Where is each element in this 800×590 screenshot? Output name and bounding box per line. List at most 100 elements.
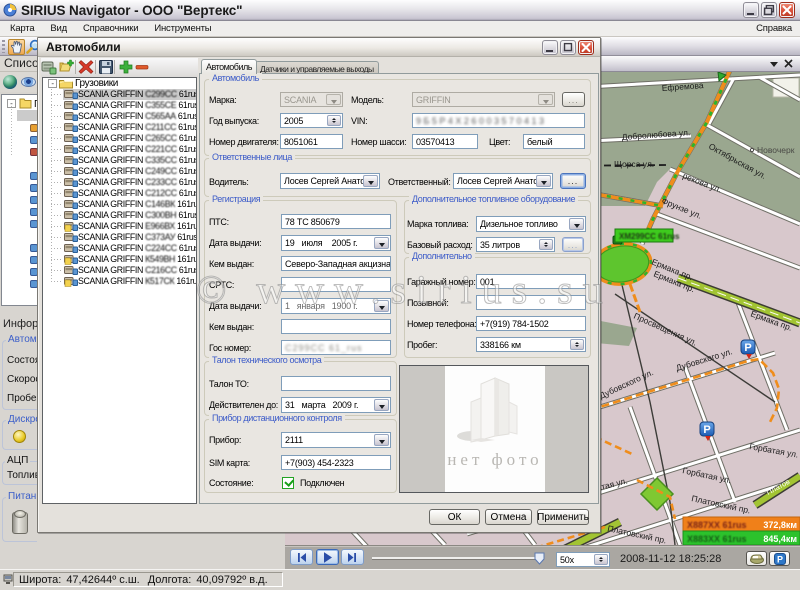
map-collapse-icon[interactable] (770, 61, 779, 68)
brand-select[interactable]: SCANIA (280, 92, 343, 107)
tree-branch (51, 182, 62, 183)
dialog-minimize-button[interactable] (542, 40, 558, 55)
fuel-dropdown-icon[interactable] (569, 218, 584, 230)
mileage-input[interactable]: 338166 км (476, 337, 586, 352)
tree-root-row[interactable]: - Грузовики (43, 78, 196, 89)
driver-select[interactable]: Лосев Сергей Анатоль (280, 173, 380, 189)
minus-icon[interactable] (134, 59, 150, 75)
eye-icon[interactable] (21, 77, 36, 87)
menu-karta[interactable]: Карта (2, 23, 42, 34)
fuel-rate-input[interactable]: 35 литров (476, 237, 555, 252)
tree-row[interactable]: SCANIA GRIFFIN С355СЕ 61rus (43, 100, 196, 111)
device-dropdown-icon[interactable] (374, 434, 389, 446)
map-close-icon[interactable] (784, 59, 793, 68)
tree-row[interactable]: SCANIA GRIFFIN С335СС 61rus (43, 155, 196, 166)
mileage-spinner[interactable] (570, 339, 584, 350)
year-spinner[interactable] (327, 115, 341, 126)
close-button[interactable] (779, 2, 795, 18)
apply-button[interactable]: Применить (537, 509, 589, 525)
speed-spinner[interactable] (594, 554, 608, 565)
tree-row[interactable]: SCANIA GRIFFIN С300ВН 61rus (43, 210, 196, 221)
tree-row[interactable]: SCANIA GRIFFIN С233СС 61rus (43, 177, 196, 188)
fuel-rate-spinner[interactable] (539, 239, 553, 250)
dialog-maximize-button[interactable] (560, 40, 576, 55)
phone-input[interactable]: +7(919) 784-1502 (476, 316, 586, 331)
dialog-titlebar[interactable]: Автомобили (38, 38, 600, 57)
fuel-type-select[interactable]: Дизельное топливо (476, 216, 586, 232)
responsible-browse-button[interactable]: ... (560, 173, 586, 189)
plus-icon[interactable] (118, 59, 134, 75)
speed-input[interactable]: 50x (556, 552, 610, 567)
toolbar-grip[interactable] (2, 40, 5, 53)
issued-by-input[interactable]: Северо-Западная акцизная т (281, 256, 391, 271)
plate-input[interactable]: С299СС 61_rus (281, 340, 391, 355)
connected-checkbox[interactable] (282, 477, 294, 489)
tree-row[interactable]: SCANIA GRIFFIN С373АУ 61rus (43, 232, 196, 243)
menu-spravochniki[interactable]: Справочники (75, 23, 146, 34)
issue-date-dropdown-icon[interactable] (374, 237, 389, 249)
srts-by-input[interactable] (281, 319, 391, 334)
tab-vehicle[interactable]: Автомобиль (201, 59, 257, 74)
tree-row[interactable]: SCANIA GRIFFIN С565АА 61rus (43, 111, 196, 122)
tree-row[interactable]: SCANIA GRIFFIN С211СС 61rus (43, 122, 196, 133)
timeline-slider-thumb[interactable] (534, 552, 545, 565)
device-select[interactable]: 2111 (281, 432, 391, 448)
ticket-input[interactable] (281, 376, 391, 391)
timeline-slider-track[interactable] (372, 557, 537, 559)
menu-spravka[interactable]: Справка (756, 23, 792, 34)
ok-button[interactable]: ОК (429, 509, 480, 525)
pts-input[interactable]: 78 ТС 850679 (281, 214, 391, 229)
fuel-browse-button[interactable]: ... (562, 237, 584, 252)
save-icon[interactable] (98, 59, 114, 75)
model-select[interactable]: GRIFFIN (412, 92, 555, 107)
menu-vid[interactable]: Вид (42, 23, 75, 34)
tree-row[interactable]: SCANIA GRIFFIN С265СС 61rus (43, 133, 196, 144)
srts-date-dropdown-icon[interactable] (374, 300, 389, 312)
sim-input[interactable]: +7(903) 454-2323 (281, 455, 391, 470)
responsible-dropdown-icon[interactable] (536, 175, 551, 187)
delete-icon[interactable] (78, 59, 94, 75)
tree-row[interactable]: SCANIA GRIFFIN К549ВН 161rus (43, 254, 196, 265)
tree-row[interactable]: SCANIA GRIFFIN С216СС 61rus (43, 265, 196, 276)
restore-button[interactable] (761, 2, 777, 18)
callsign-input[interactable] (476, 295, 586, 310)
driver-dropdown-icon[interactable] (363, 175, 378, 187)
sidebar-tree[interactable]: - Грузовики (1, 94, 37, 306)
dialog-close-button[interactable] (578, 40, 594, 55)
menu-instrumenty[interactable]: Инструменты (146, 23, 219, 34)
tree-row[interactable]: SCANIA GRIFFIN К517СК 161rus (43, 276, 196, 287)
garage-input[interactable]: 001 (476, 274, 586, 289)
tree-row[interactable]: SCANIA GRIFFIN С212СС 61rus (43, 188, 196, 199)
model-browse-button[interactable]: ... (562, 92, 585, 107)
color-input[interactable]: белый (523, 134, 585, 149)
srts-input[interactable] (281, 277, 391, 292)
tree-row[interactable]: SCANIA GRIFFIN С249СС 61rus (43, 166, 196, 177)
tree-row[interactable]: SCANIA GRIFFIN Е966ВХ 161rus (43, 221, 196, 232)
minimize-button[interactable] (743, 2, 759, 18)
tree-collapse-icon[interactable]: - (48, 79, 57, 88)
pan-tool-button[interactable] (8, 39, 25, 55)
srts-date-input[interactable]: 1 января 1900 г. (281, 298, 391, 314)
skip-end-button[interactable] (341, 549, 364, 565)
issue-date-input[interactable]: 19 июля 2005 г. (281, 235, 391, 251)
tree-row[interactable]: SCANIA GRIFFIN С221СС 61rus (43, 144, 196, 155)
tree-row[interactable]: SCANIA GRIFFIN С299СС 61rus (43, 89, 196, 100)
valid-until-dropdown-icon[interactable] (374, 399, 389, 411)
chassis-input[interactable]: 03570413 (412, 134, 478, 149)
year-input[interactable]: 2005 (280, 113, 343, 128)
tree-row[interactable]: SCANIA GRIFFIN С146ВК 161rus (43, 199, 196, 210)
select-vehicle-icon[interactable] (41, 59, 57, 75)
parking-view-button[interactable]: P (769, 551, 790, 566)
add-item-icon[interactable] (58, 59, 74, 75)
vehicle-view-button[interactable] (746, 551, 767, 566)
valid-until-input[interactable]: 31 марта 2009 г. (281, 397, 391, 413)
skip-start-button[interactable] (290, 549, 313, 565)
tree-row[interactable]: SCANIA GRIFFIN С224СС 61rus (43, 243, 196, 254)
cancel-button[interactable]: Отмена (485, 509, 532, 525)
vehicles-tree[interactable]: - Грузовики SCANIA GRIFFIN С299СС 61rus … (42, 77, 197, 504)
vin-input[interactable]: 9Б5Р4Х26003570413 (412, 113, 585, 128)
responsible-select[interactable]: Лосев Сергей Анатоль (453, 173, 553, 189)
engine-input[interactable]: 8051061 (280, 134, 343, 149)
globe-icon[interactable] (3, 75, 17, 89)
play-button[interactable] (316, 549, 339, 565)
